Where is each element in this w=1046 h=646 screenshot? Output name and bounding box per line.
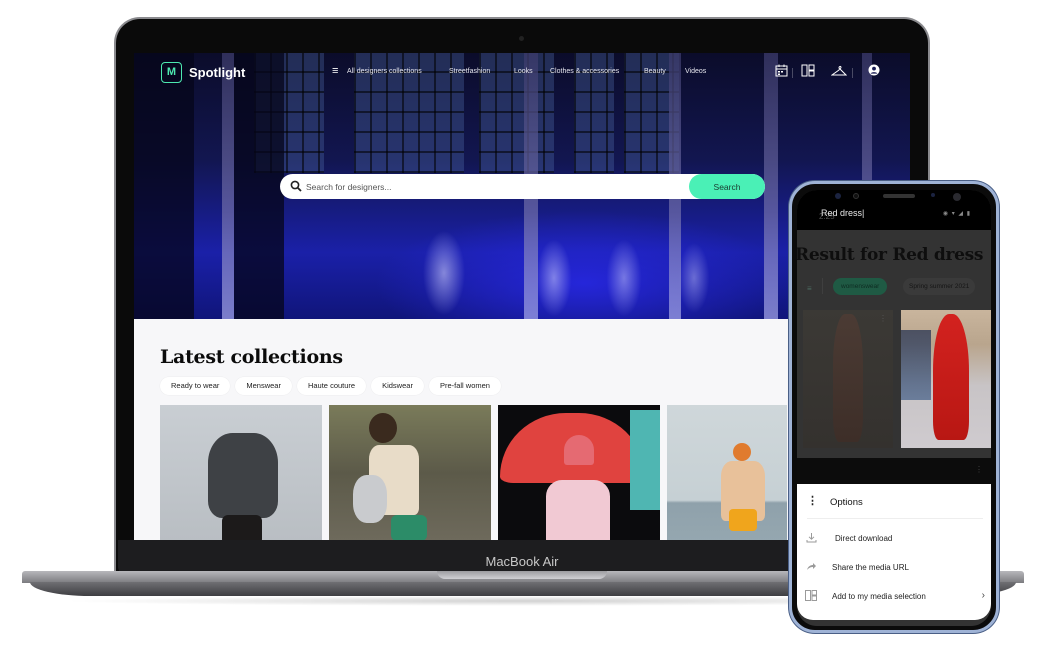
- collection-tile[interactable]: [160, 405, 322, 540]
- nav-link-all-designers[interactable]: All designers collections: [347, 68, 422, 75]
- model-figure: [369, 413, 397, 443]
- brand-name[interactable]: Spotlight: [189, 65, 245, 80]
- model-figure: [222, 515, 262, 540]
- options-bottom-sheet: ⋮ Options Direct download Share the medi…: [797, 484, 991, 620]
- chip-haute-couture[interactable]: Haute couture: [296, 377, 367, 395]
- proximity-sensor: [931, 193, 935, 197]
- layout-grid-icon[interactable]: [800, 64, 816, 80]
- download-icon: [804, 532, 818, 545]
- chevron-right-icon: ›: [981, 590, 985, 601]
- model-figure: [208, 433, 278, 518]
- calendar-icon[interactable]: [773, 64, 789, 80]
- media-selection-icon: [804, 590, 818, 603]
- collection-tiles: [160, 405, 787, 540]
- model-figure: [564, 435, 594, 465]
- designer-search-input[interactable]: [306, 177, 686, 196]
- phone-status-bar: 2:25 Red dress| ◉ ▾ ◢ ▮: [797, 190, 991, 230]
- option-share-media-url[interactable]: Share the media URL: [797, 555, 991, 581]
- front-sensor: [853, 193, 859, 199]
- dress-figure: [933, 314, 969, 440]
- more-vertical-icon: ⋮: [807, 495, 818, 507]
- filter-separator: [822, 278, 823, 294]
- device-mockup-stage: M Spotlight ≡ All designers collections …: [0, 0, 1046, 646]
- collection-tile[interactable]: [498, 405, 660, 540]
- option-label: Direct download: [835, 534, 893, 543]
- collection-tile[interactable]: [667, 405, 787, 540]
- option-label: Add to my media selection: [832, 592, 926, 601]
- nav-separator: [792, 68, 793, 78]
- nav-link-beauty[interactable]: Beauty: [644, 68, 666, 75]
- dress-figure: [833, 314, 863, 442]
- filter-chip-womenswear[interactable]: womenswear: [833, 278, 888, 295]
- designer-search-bar: Search: [280, 174, 765, 199]
- audience: [901, 330, 931, 400]
- filter-chip-spring-summer-2021[interactable]: Spring summer 2021: [903, 278, 976, 295]
- nav-separator: [852, 68, 853, 78]
- model-figure: [729, 509, 757, 531]
- option-add-to-media-selection[interactable]: Add to my media selection ›: [797, 584, 991, 610]
- model-figure: [546, 480, 610, 540]
- phone-search-query-text: Red dress: [821, 208, 863, 218]
- search-icon: [290, 179, 304, 193]
- model-figure: [391, 515, 427, 540]
- model-figure: [733, 443, 751, 461]
- model-figure: [353, 475, 387, 523]
- option-direct-download[interactable]: Direct download: [797, 526, 991, 552]
- result-card[interactable]: ⋮: [803, 310, 893, 448]
- more-vertical-icon[interactable]: ⋮: [879, 314, 887, 323]
- backdrop-panel: [630, 410, 660, 510]
- laptop-hinge-notch: [437, 571, 607, 579]
- phone-screen: 2:25 Red dress| ◉ ▾ ◢ ▮ Result for Red d…: [797, 190, 991, 626]
- nav-link-videos[interactable]: Videos: [685, 68, 706, 75]
- phone-search-query[interactable]: Red dress|: [821, 208, 864, 218]
- result-card[interactable]: [901, 310, 991, 448]
- hanger-icon[interactable]: [830, 64, 848, 80]
- account-icon[interactable]: [866, 64, 882, 79]
- latest-collections-title: Latest collections: [160, 346, 343, 368]
- more-vertical-icon[interactable]: ⋮: [975, 465, 983, 474]
- options-title: Options: [830, 497, 863, 508]
- dimmed-card-strip: ⋮: [797, 458, 991, 484]
- nav-link-clothes-accessories[interactable]: Clothes & accessories: [550, 68, 619, 75]
- hamburger-icon[interactable]: ≡: [332, 65, 338, 77]
- nav-link-streetfashion[interactable]: Streetfashion: [449, 68, 490, 75]
- smartphone: 2:25 Red dress| ◉ ▾ ◢ ▮ Result for Red d…: [789, 181, 999, 633]
- share-icon: [804, 561, 818, 574]
- option-label: Share the media URL: [832, 563, 909, 572]
- sheet-divider: [807, 518, 983, 519]
- chip-pre-fall-women[interactable]: Pre-fall women: [428, 377, 501, 395]
- status-icons: ◉ ▾ ◢ ▮: [942, 211, 971, 217]
- filter-icon[interactable]: ≡: [807, 284, 812, 293]
- collection-tile[interactable]: [329, 405, 491, 540]
- top-navigation: M Spotlight ≡ All designers collections …: [134, 53, 910, 93]
- front-camera-secondary: [953, 193, 961, 201]
- result-title: Result for Red dress: [797, 245, 984, 265]
- front-camera: [835, 193, 841, 199]
- search-button[interactable]: Search: [689, 174, 765, 199]
- m-logo-icon[interactable]: M: [161, 62, 182, 83]
- chip-menswear[interactable]: Menswear: [235, 377, 292, 395]
- earpiece-speaker: [883, 194, 915, 198]
- laptop-camera: [519, 36, 524, 41]
- chip-kidswear[interactable]: Kidswear: [371, 377, 424, 395]
- text-cursor: |: [862, 208, 865, 218]
- chip-ready-to-wear[interactable]: Ready to wear: [160, 377, 231, 395]
- category-chips: Ready to wear Menswear Haute couture Kid…: [160, 377, 501, 395]
- nav-link-looks[interactable]: Looks: [514, 68, 533, 75]
